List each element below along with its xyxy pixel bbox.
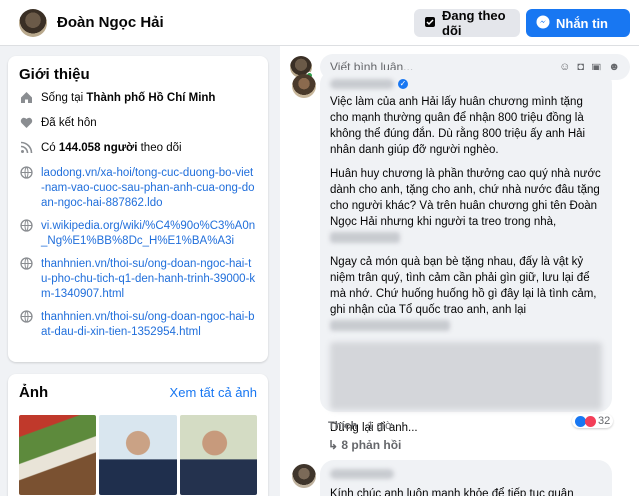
blurred-text [330, 232, 400, 244]
message-button[interactable]: Nhắn tin [526, 9, 630, 37]
commenter-name-row: ✓ [330, 76, 602, 92]
intro-lives-row: Sống tại Thành phố Hồ Chí Minh [19, 91, 257, 106]
intro-title: Giới thiệu [19, 66, 90, 83]
followers-suffix: theo dõi [137, 142, 182, 154]
comment-para-2-text: Huân huy chương là phần thưởng cao quý n… [330, 168, 601, 228]
intro-link-row: laodong.vn/xa-hoi/tong-cuc-duong-bo-viet… [19, 166, 257, 211]
intro-marital-row: Đã kết hôn [19, 116, 257, 131]
heart-icon [19, 116, 33, 130]
comment-para-1: Việc làm của anh Hải lấy huân chương mìn… [330, 96, 586, 156]
intro-link-thanhnien-2[interactable]: thanhnien.vn/thoi-su/ong-doan-ngoc-hai-b… [41, 310, 257, 340]
profile-header: Đoàn Ngọc Hải Đang theo dõi Nhắn tin [0, 0, 639, 46]
photos-title: Ảnh [19, 384, 49, 401]
reply-arrow-icon: ↳ [328, 438, 342, 452]
blurred-block [330, 342, 602, 410]
home-icon [19, 91, 33, 105]
like-comment-button[interactable]: Thích [328, 420, 357, 432]
reaction-summary[interactable]: 32 [572, 414, 614, 428]
profile-name[interactable]: Đoàn Ngọc Hải [57, 14, 164, 31]
following-button[interactable]: Đang theo dõi [414, 8, 520, 38]
intro-link-laodong[interactable]: laodong.vn/xa-hoi/tong-cuc-duong-bo-viet… [41, 166, 257, 211]
intro-followers-row: Có 144.058 người theo dõi [19, 141, 257, 156]
globe-icon [19, 257, 33, 271]
comments-panel: Viết bình luận... ☺ ◘ ▣ ☻ ✓ Việc làm của… [280, 46, 639, 496]
intro-link-row: thanhnien.vn/thoi-su/ong-doan-ngoc-hai-b… [19, 310, 257, 340]
replies-label: 8 phản hồi [341, 438, 402, 452]
commenter-name-blurred[interactable] [330, 468, 394, 479]
see-all-photos-link[interactable]: Xem tất cả ảnh [170, 385, 257, 400]
comment-bubble: ✓ Việc làm của anh Hải lấy huân chương m… [320, 70, 612, 434]
intro-card: Giới thiệu Sống tại Thành phố Hồ Chí Min… [8, 56, 268, 362]
intro-link-wikipedia[interactable]: vi.wikipedia.org/wiki/%C4%90o%C3%A0n_Ng%… [41, 219, 257, 249]
intro-link-row: thanhnien.vn/thoi-su/ong-doan-ngoc-hai-t… [19, 257, 257, 302]
lives-place[interactable]: Thành phố Hồ Chí Minh [86, 92, 215, 104]
lives-prefix: Sống tại [41, 92, 87, 104]
globe-icon [19, 219, 33, 233]
blurred-text [330, 320, 450, 332]
intro-link-thanhnien-1[interactable]: thanhnien.vn/thoi-su/ong-doan-ngoc-hai-t… [41, 257, 257, 302]
commenter-name-blurred[interactable] [330, 78, 394, 89]
intro-lives-text: Sống tại Thành phố Hồ Chí Minh [41, 91, 215, 106]
following-icon [424, 16, 436, 31]
view-replies-button[interactable]: ↳ 8 phản hồi [328, 438, 401, 452]
profile-avatar[interactable] [19, 8, 47, 37]
message-label: Nhắn tin [556, 15, 608, 31]
comment-para-3-text: Ngay cả món quà bạn bè tặng nhau, đấy là… [330, 256, 597, 316]
photos-card: Ảnh Xem tất cả ảnh [8, 374, 268, 496]
photo-thumbnail[interactable] [179, 415, 257, 495]
messenger-icon [536, 15, 550, 32]
commenter-avatar[interactable] [292, 74, 316, 98]
reaction-count: 32 [598, 415, 611, 427]
comment-time[interactable]: 1 giờ [367, 420, 392, 432]
comment-para-2: Huân huy chương là phần thưởng cao quý n… [330, 166, 602, 246]
sticker-icon[interactable]: ☻ [608, 61, 620, 74]
photo-thumbnail[interactable] [19, 415, 97, 495]
love-reaction-icon [585, 415, 596, 427]
commenter-avatar[interactable] [292, 464, 316, 488]
photo-grid [19, 415, 257, 495]
photos-header: Ảnh Xem tất cả ảnh [19, 384, 257, 401]
intro-link-row: vi.wikipedia.org/wiki/%C4%90o%C3%A0n_Ng%… [19, 219, 257, 249]
marital-status: Đã kết hôn [41, 117, 97, 129]
comment-para-3: Ngay cả món quà bạn bè tặng nhau, đấy là… [330, 254, 602, 334]
rss-icon [19, 141, 33, 155]
verified-icon: ✓ [398, 78, 408, 89]
followers-count: 144.058 người [58, 142, 138, 154]
followers-prefix: Có [41, 142, 59, 154]
globe-icon [19, 166, 33, 180]
globe-icon [19, 310, 33, 324]
comment-2-text: Kính chúc anh luôn mạnh khỏe để tiếp tục… [330, 488, 574, 496]
comment-actions: Thích 1 giờ [328, 420, 392, 432]
following-label: Đang theo dõi [442, 8, 506, 38]
followers-text: Có 144.058 người theo dõi [41, 141, 182, 156]
comment-bubble: Kính chúc anh luôn mạnh khỏe để tiếp tục… [320, 460, 612, 496]
photo-thumbnail[interactable] [99, 415, 177, 495]
